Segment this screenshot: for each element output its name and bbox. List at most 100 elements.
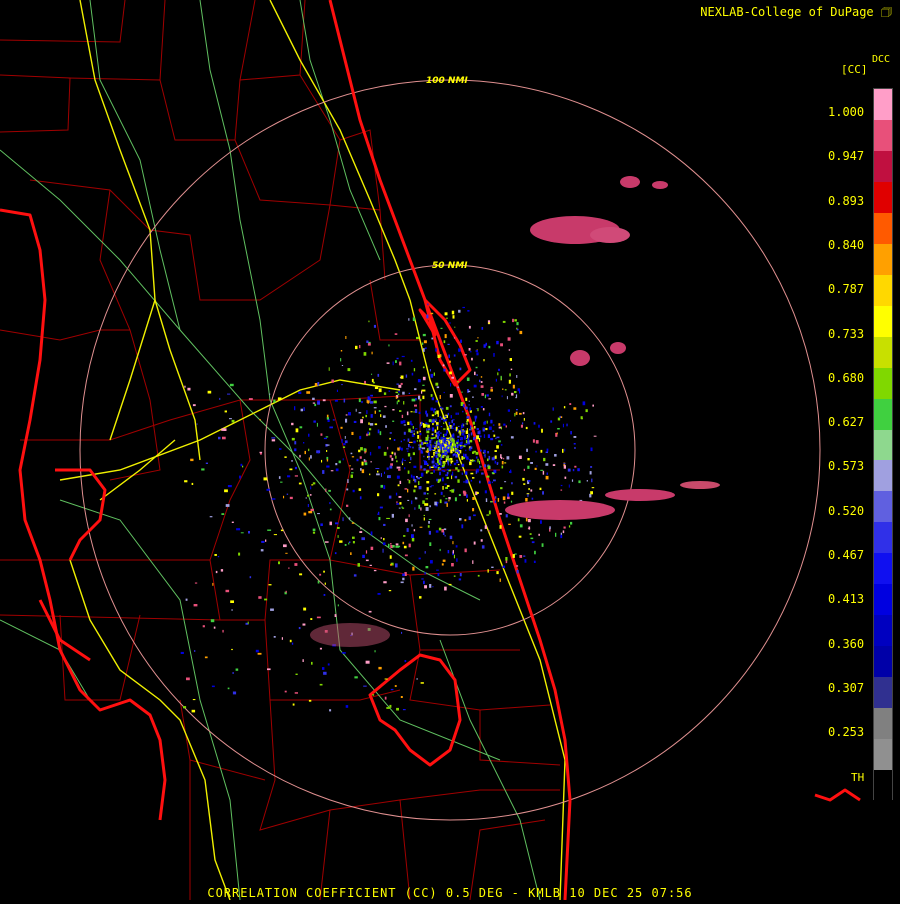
radar-return-pixel — [451, 438, 455, 442]
radar-return-pixel — [329, 709, 332, 712]
radar-return-pixel — [463, 435, 466, 440]
radar-return-pixel — [242, 465, 244, 468]
radar-return-pixel — [367, 343, 371, 346]
radar-return-pixel — [468, 404, 470, 406]
radar-return-pixel — [457, 469, 460, 473]
radar-return-pixel — [481, 393, 484, 396]
radar-return-pixel — [434, 501, 438, 506]
radar-return-pixel — [341, 439, 343, 443]
radar-return-pixel — [505, 425, 507, 428]
radar-return-pixel — [348, 412, 351, 416]
radar-return-pixel — [401, 414, 404, 418]
radar-return-pixel — [295, 673, 298, 675]
legend-color-swatch — [874, 615, 892, 647]
radar-return-pixel — [449, 394, 453, 398]
radar-return-pixel — [205, 462, 208, 464]
radar-return-pixel — [545, 475, 549, 480]
radar-return-pixel — [447, 550, 450, 554]
radar-return-pixel — [440, 440, 443, 443]
radar-return-pixel — [288, 567, 290, 569]
radar-return-pixel — [563, 526, 566, 529]
radar-return-pixel — [370, 414, 373, 418]
radar-return-pixel — [260, 453, 262, 455]
radar-return-pixel — [401, 631, 403, 634]
radar-return-pixel — [399, 377, 402, 379]
radar-return-pixel — [261, 540, 265, 543]
radar-return-pixel — [506, 456, 510, 460]
radar-return-pixel — [470, 432, 473, 436]
radar-return-pixel — [382, 542, 386, 546]
radar-return-pixel — [475, 470, 478, 474]
radar-return-pixel — [480, 449, 482, 452]
radar-return-pixel — [436, 386, 440, 389]
radar-return-pixel — [377, 429, 380, 434]
radar-return-pixel — [432, 586, 434, 588]
radar-return-pixel — [505, 514, 508, 518]
radar-return-pixel — [465, 412, 468, 415]
radar-return-pixel — [406, 448, 409, 450]
radar-return-pixel — [406, 450, 409, 452]
radar-return-pixel — [422, 333, 426, 337]
radar-return-pixel — [408, 318, 410, 321]
radar-return-pixel — [435, 348, 437, 352]
radar-return-pixel — [430, 312, 434, 315]
radar-return-pixel — [437, 446, 440, 448]
radar-return-pixel — [429, 584, 432, 588]
radar-return-pixel — [473, 437, 475, 441]
radar-return-pixel — [431, 449, 435, 450]
radar-return-pixel — [445, 446, 448, 450]
radar-return-pixel — [433, 451, 435, 453]
radar-return-pixel — [461, 463, 465, 467]
radar-return-pixel — [320, 523, 323, 526]
radar-return-pixel — [363, 459, 366, 461]
radar-return-pixel — [387, 475, 391, 479]
radar-return-pixel — [478, 438, 481, 442]
radar-return-pixel — [409, 420, 412, 422]
radar-return-pixel — [582, 401, 586, 406]
radar-return-pixel — [538, 424, 540, 428]
radar-return-pixel — [455, 467, 458, 470]
radar-return-pixel — [347, 368, 351, 372]
radar-return-pixel — [529, 533, 532, 535]
radar-return-pixel — [484, 453, 486, 458]
radar-return-pixel — [299, 573, 303, 576]
radar-return-pixel — [488, 412, 491, 417]
radar-return-pixel — [283, 495, 285, 499]
radar-return-pixel — [388, 543, 390, 547]
radar-return-pixel — [378, 446, 381, 449]
radar-return-pixel — [348, 517, 351, 520]
radar-return-pixel — [459, 367, 462, 371]
radar-return-pixel — [392, 420, 395, 422]
radar-return-pixel — [331, 379, 334, 383]
radar-return-pixel — [491, 472, 494, 474]
radar-return-pixel — [441, 529, 444, 533]
radar-return-pixel — [475, 366, 478, 369]
radar-return-pixel — [523, 418, 525, 421]
radar-return-pixel — [390, 463, 393, 466]
legend-color-swatch — [874, 274, 892, 307]
radar-return-pixel — [482, 427, 485, 429]
radar-return-pixel — [373, 569, 377, 572]
radar-return-pixel — [415, 398, 417, 401]
radar-return-pixel — [510, 500, 513, 503]
radar-return-pixel — [299, 426, 303, 429]
radar-return-pixel — [425, 507, 429, 511]
radar-return-pixel — [400, 696, 403, 698]
radar-return-pixel — [481, 327, 484, 330]
radar-return-pixel — [322, 399, 326, 402]
radar-return-pixel — [444, 312, 448, 316]
radar-return-pixel — [366, 340, 369, 343]
radar-return-pixel — [433, 469, 435, 473]
radar-return-pixel — [465, 430, 469, 434]
radar-return-pixel — [494, 450, 497, 452]
radar-return-pixel — [400, 382, 403, 385]
radar-return-pixel — [370, 531, 373, 536]
radar-return-pixel — [294, 406, 296, 411]
radar-return-pixel — [472, 451, 475, 454]
radar-return-pixel — [486, 420, 488, 424]
radar-return-pixel — [426, 444, 429, 447]
radar-return-pixel — [389, 465, 393, 469]
radar-return-pixel — [356, 458, 359, 462]
radar-return-pixel — [479, 465, 481, 469]
radar-return-pixel — [528, 488, 530, 491]
